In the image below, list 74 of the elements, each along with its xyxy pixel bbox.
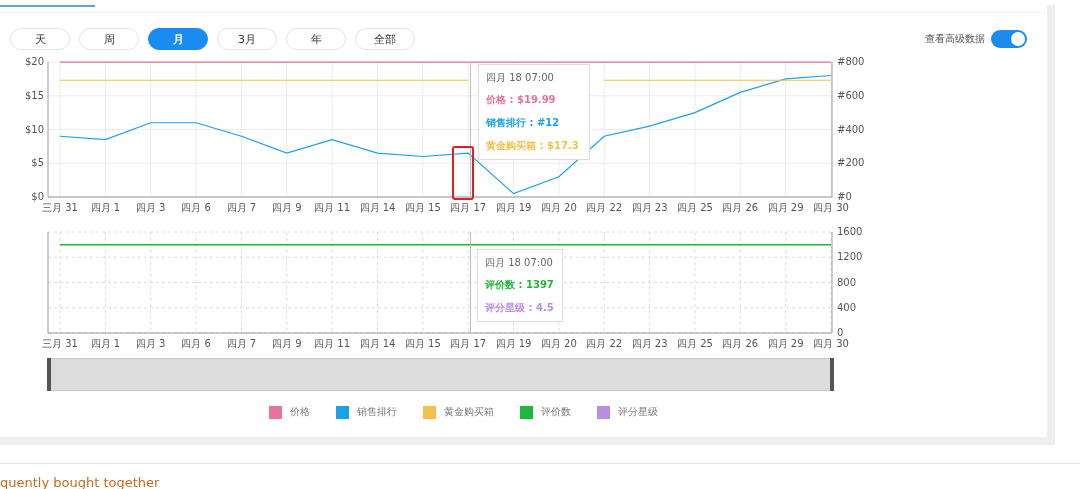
legend-label[interactable]: 黄金购买箱 bbox=[444, 405, 494, 419]
legend-label[interactable]: 价格 bbox=[290, 405, 310, 419]
tooltip-date: 四月 18 07:00 bbox=[485, 256, 554, 270]
axis-label: 四月 3 bbox=[135, 338, 166, 349]
axis-label: #400 bbox=[837, 123, 865, 135]
axis-label: 四月 11 bbox=[314, 338, 351, 349]
axis-label: 四月 29 bbox=[767, 202, 804, 213]
axis-label: 四月 9 bbox=[272, 338, 302, 349]
range-button[interactable]: 天 bbox=[10, 28, 70, 50]
axis-label: $15 bbox=[24, 89, 44, 101]
tooltip-value: 评分星级 : 4.5 bbox=[485, 301, 555, 315]
toggle-switch[interactable] bbox=[991, 30, 1027, 48]
axis-label: $5 bbox=[31, 157, 44, 169]
legend-label[interactable]: 评价数 bbox=[541, 405, 571, 419]
range-button[interactable]: 周 bbox=[79, 28, 139, 50]
axis-label: 四月 7 bbox=[226, 202, 257, 213]
axis-label: 1600 bbox=[837, 226, 863, 237]
axis-label: 1200 bbox=[837, 251, 863, 263]
axis-label: #600 bbox=[837, 89, 865, 101]
axis-label: $20 bbox=[24, 56, 44, 67]
axis-label: 四月 30 bbox=[813, 202, 849, 213]
axis-label: 四月 1 bbox=[90, 202, 121, 213]
tooltip-value: 销售排行 : #12 bbox=[486, 116, 561, 130]
axis-label: 四月 22 bbox=[586, 338, 623, 349]
tooltip-value: 价格 : $19.99 bbox=[486, 93, 557, 107]
axis-label: 四月 19 bbox=[495, 338, 532, 349]
axis-label: 四月 6 bbox=[181, 338, 211, 349]
range-button[interactable]: 月 bbox=[148, 28, 208, 50]
axis-label: 四月 26 bbox=[722, 202, 759, 213]
axis-label: #0 bbox=[837, 191, 852, 202]
axis-label: 四月 14 bbox=[359, 338, 396, 349]
axis-label: 四月 20 bbox=[540, 202, 577, 213]
toggle-label: 查看高级数据 bbox=[925, 32, 985, 46]
axis-label: 四月 30 bbox=[813, 338, 849, 349]
axis-label: 三月 31 bbox=[42, 338, 78, 349]
legend-label[interactable]: 销售排行 bbox=[357, 405, 397, 419]
axis-label: 四月 7 bbox=[226, 338, 257, 349]
axis-label: 四月 29 bbox=[767, 338, 804, 349]
range-button[interactable]: 全部 bbox=[355, 28, 415, 50]
axis-label: 三月 31 bbox=[42, 202, 78, 213]
axis-label: 四月 19 bbox=[495, 202, 532, 213]
tooltip-value: 黄金购买箱 : $17.3 bbox=[486, 139, 580, 153]
axis-label: $0 bbox=[31, 191, 44, 202]
axis-label: 四月 20 bbox=[540, 338, 577, 349]
axis-label: 四月 1 bbox=[90, 338, 121, 349]
range-button[interactable]: 3月 bbox=[217, 28, 277, 50]
axis-label: 800 bbox=[837, 276, 857, 288]
zoom-slider[interactable] bbox=[48, 358, 833, 391]
axis-label: 四月 23 bbox=[631, 338, 668, 349]
axis-label: 四月 6 bbox=[181, 202, 211, 213]
axis-label: 四月 15 bbox=[404, 202, 441, 213]
axis-label: 四月 25 bbox=[677, 202, 713, 213]
axis-label: 四月 22 bbox=[586, 202, 623, 213]
section-heading: quently bought together bbox=[0, 475, 160, 489]
axis-label: 四月 15 bbox=[404, 338, 441, 349]
tooltip-value: 评价数 : 1397 bbox=[485, 278, 555, 292]
axis-label: 四月 14 bbox=[359, 202, 396, 213]
tooltip-date: 四月 18 07:00 bbox=[486, 71, 555, 85]
axis-label: 四月 9 bbox=[272, 202, 302, 213]
axis-label: 四月 17 bbox=[450, 202, 487, 213]
axis-label: 四月 26 bbox=[722, 338, 759, 349]
axis-label: 四月 25 bbox=[677, 338, 713, 349]
axis-label: 四月 17 bbox=[450, 338, 487, 349]
highlight-box bbox=[452, 146, 474, 200]
axis-label: 四月 11 bbox=[314, 202, 351, 213]
axis-label: $10 bbox=[24, 123, 44, 135]
axis-label: 四月 3 bbox=[135, 202, 166, 213]
axis-label: #800 bbox=[837, 56, 865, 67]
range-button[interactable]: 年 bbox=[286, 28, 346, 50]
axis-label: 四月 23 bbox=[631, 202, 668, 213]
axis-label: 0 bbox=[837, 327, 844, 338]
legend-label[interactable]: 评分星级 bbox=[618, 405, 658, 419]
axis-label: #200 bbox=[837, 157, 865, 169]
axis-label: 400 bbox=[837, 301, 857, 313]
